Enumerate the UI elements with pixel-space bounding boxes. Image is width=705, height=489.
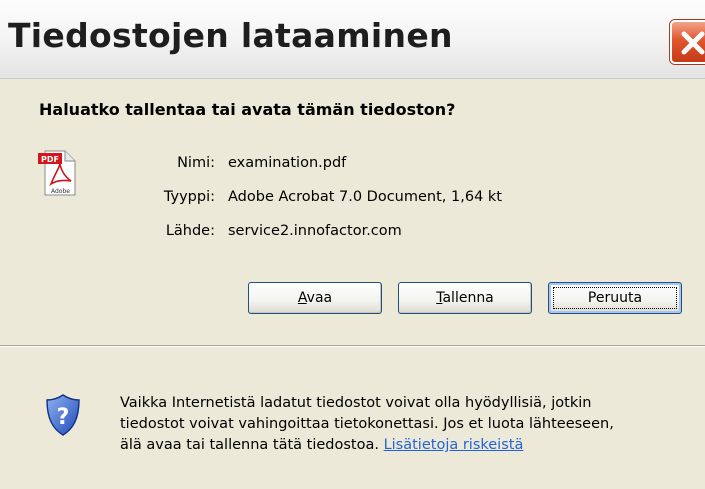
section-divider [0, 345, 705, 347]
warning-line-2: tiedostot voivat vahingoittaa tietokonet… [120, 416, 614, 432]
file-type-label: Tyyppi: [163, 189, 215, 205]
download-question: Haluatko tallentaa tai avata tämän tiedo… [39, 100, 456, 119]
cancel-button[interactable]: Peruuta [548, 282, 682, 314]
file-source-value: service2.innofactor.com [228, 223, 402, 239]
focus-rectangle [553, 287, 677, 309]
close-button[interactable] [670, 20, 705, 64]
open-button-label: vaa [306, 290, 333, 306]
dialog-body: Haluatko tallentaa tai avata tämän tiedo… [0, 79, 705, 367]
open-button-accel: A [297, 290, 307, 306]
close-icon [681, 31, 705, 55]
file-type-row: Tyyppi: Adobe Acrobat 7.0 Document, 1,64… [0, 189, 705, 209]
save-button[interactable]: Tallenna [398, 282, 532, 314]
security-warning-text: Vaikka Internetistä ladatut tiedostot vo… [120, 393, 700, 456]
open-button[interactable]: Avaa [248, 282, 382, 314]
download-dialog: Tiedostojen lataaminen Haluatko tallenta… [0, 0, 705, 489]
svg-text:?: ? [57, 405, 70, 430]
risk-info-link[interactable]: Lisätietoja riskeistä [384, 437, 524, 453]
file-name-row: Nimi: examination.pdf [0, 155, 705, 175]
warning-line-1: Vaikka Internetistä ladatut tiedostot vo… [120, 395, 592, 411]
file-source-label: Lähde: [165, 223, 215, 239]
warning-line-3: älä avaa tai tallenna tätä tiedostoa. Li… [120, 435, 700, 456]
file-source-row: Lähde: service2.innofactor.com [0, 223, 705, 243]
file-name-value: examination.pdf [228, 155, 347, 171]
warning-line-3-text: älä avaa tai tallenna tätä tiedostoa. [120, 437, 379, 453]
file-type-value: Adobe Acrobat 7.0 Document, 1,64 kt [228, 189, 502, 205]
security-shield-question-icon: ? [45, 393, 81, 437]
file-name-label: Nimi: [177, 155, 215, 171]
title-bar[interactable]: Tiedostojen lataaminen [0, 0, 705, 79]
save-button-label: allenna [442, 290, 494, 306]
dialog-title: Tiedostojen lataaminen [8, 16, 453, 55]
